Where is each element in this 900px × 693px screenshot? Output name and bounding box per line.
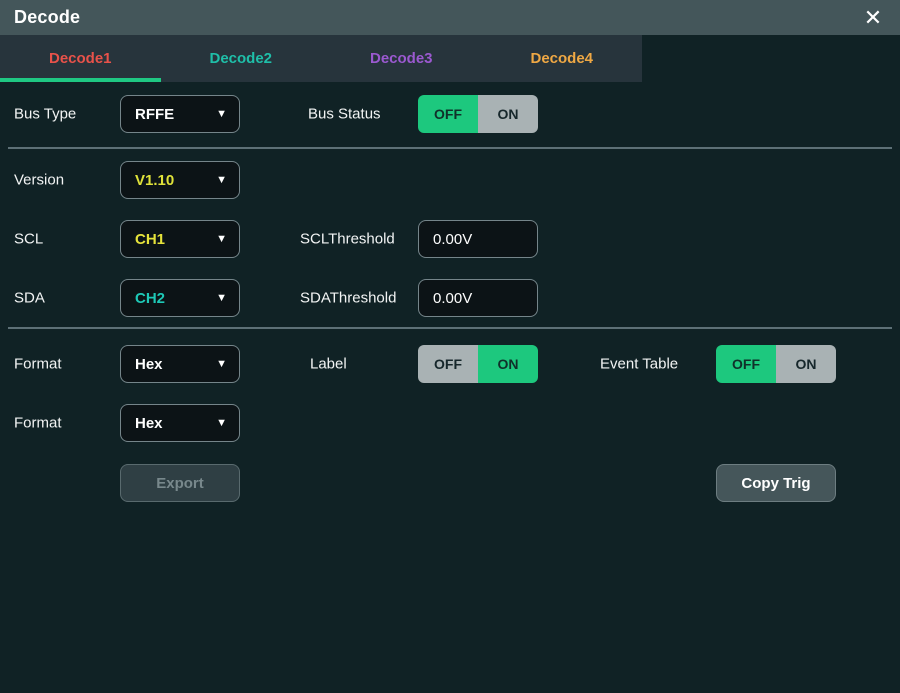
sda-source-value: CH2 [135,290,165,307]
tab-decode4[interactable]: Decode4 [482,35,643,82]
sda-source-dropdown[interactable]: CH2 ▼ [120,279,240,317]
buttons-row: Export Copy Trig [0,464,900,502]
bus-type-row: Bus Type RFFE ▼ Bus Status OFF ON [0,95,900,133]
scl-threshold-value: 0.00V [433,231,472,248]
label-off[interactable]: OFF [418,345,478,383]
tab-decode3[interactable]: Decode3 [321,35,482,82]
label-display-label: Label [310,356,347,373]
format-data-dropdown[interactable]: Hex ▼ [120,404,240,442]
label-toggle[interactable]: OFF ON [418,345,538,383]
format-row: Format Hex ▼ Label OFF ON Event Table OF… [0,345,900,383]
version-label: Version [14,172,64,189]
close-icon[interactable]: ✕ [858,0,888,35]
sda-threshold-label: SDAThreshold [300,290,396,307]
scl-source-dropdown[interactable]: CH1 ▼ [120,220,240,258]
format-data-label: Format [14,415,62,432]
format-bus-value: Hex [135,356,163,373]
chevron-down-icon: ▼ [216,292,227,304]
bus-type-dropdown[interactable]: RFFE ▼ [120,95,240,133]
chevron-down-icon: ▼ [216,358,227,370]
format-bus-label: Format [14,356,62,373]
event-table-on[interactable]: ON [776,345,836,383]
sda-threshold-input[interactable]: 0.00V [418,279,538,317]
format-data-row: Format Hex ▼ [0,404,900,442]
scl-label: SCL [14,231,43,248]
chevron-down-icon: ▼ [216,174,227,186]
version-value: V1.10 [135,172,174,189]
bus-status-on[interactable]: ON [478,95,538,133]
chevron-down-icon: ▼ [216,233,227,245]
scl-row: SCL CH1 ▼ SCLThreshold 0.00V [0,220,900,258]
scl-threshold-label: SCLThreshold [300,231,395,248]
decode-dialog: Decode ✕ Decode1 Decode2 Decode3 Decode4… [0,0,900,693]
bus-type-label: Bus Type [14,106,76,123]
divider [8,147,892,149]
chevron-down-icon: ▼ [216,108,227,120]
event-table-label: Event Table [600,356,678,373]
chevron-down-icon: ▼ [216,417,227,429]
export-button[interactable]: Export [120,464,240,502]
titlebar: Decode ✕ [0,0,900,35]
dialog-title: Decode [14,7,80,28]
version-row: Version V1.10 ▼ [0,161,900,199]
bus-status-label: Bus Status [308,106,381,123]
event-table-off[interactable]: OFF [716,345,776,383]
sda-label: SDA [14,290,45,307]
tab-bar: Decode1 Decode2 Decode3 Decode4 [0,35,642,82]
scl-threshold-input[interactable]: 0.00V [418,220,538,258]
bus-status-off[interactable]: OFF [418,95,478,133]
tab-decode2[interactable]: Decode2 [161,35,322,82]
bus-type-value: RFFE [135,106,174,123]
sda-row: SDA CH2 ▼ SDAThreshold 0.00V [0,279,900,317]
sda-threshold-value: 0.00V [433,290,472,307]
version-dropdown[interactable]: V1.10 ▼ [120,161,240,199]
bus-status-toggle[interactable]: OFF ON [418,95,538,133]
event-table-toggle[interactable]: OFF ON [716,345,836,383]
copy-trig-button[interactable]: Copy Trig [716,464,836,502]
label-on[interactable]: ON [478,345,538,383]
tab-decode1[interactable]: Decode1 [0,35,161,82]
format-data-value: Hex [135,415,163,432]
scl-source-value: CH1 [135,231,165,248]
format-bus-dropdown[interactable]: Hex ▼ [120,345,240,383]
divider [8,327,892,329]
